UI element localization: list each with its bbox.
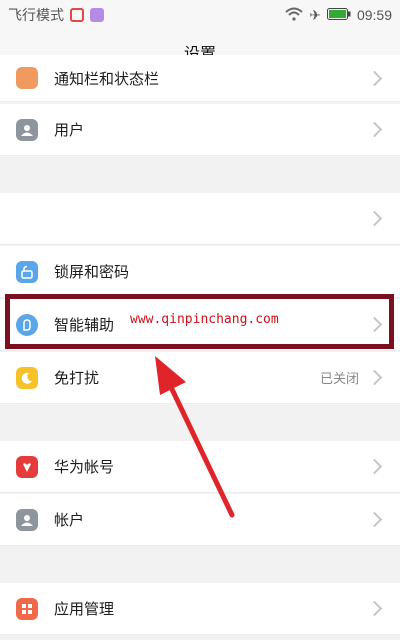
section-gap — [0, 405, 400, 441]
chevron-right-icon — [366, 600, 383, 617]
settings-row-notifications[interactable]: 通知栏和状态栏 — [0, 55, 400, 102]
chevron-right-icon — [366, 70, 383, 86]
settings-row-label: 华为帐号 — [54, 459, 115, 476]
airplane-icon: ✈ — [309, 6, 321, 23]
moon-icon — [16, 366, 38, 389]
status-bar-right: ✈ 09:59 — [285, 7, 392, 24]
settings-row-label: 用户 — [54, 122, 85, 139]
chevron-right-icon — [366, 511, 383, 528]
chevron-right-icon — [366, 121, 383, 138]
chevron-right-icon — [366, 458, 383, 475]
settings-row-unlabeled[interactable] — [0, 193, 400, 245]
chevron-right-icon — [366, 369, 383, 386]
settings-row-label: 免打扰 — [54, 370, 100, 387]
watermark: www.qinpinchang.com — [130, 312, 279, 327]
status-bar: 飞行模式 ✈ 09:59 — [0, 0, 400, 30]
notification-icon — [16, 67, 38, 89]
dnd-status: 已关闭 — [319, 371, 359, 386]
huawei-icon — [16, 455, 38, 478]
settings-row-label: 通知栏和状态栏 — [54, 70, 160, 88]
user-icon — [16, 118, 38, 141]
settings-row-label: 锁屏和密码 — [54, 264, 130, 281]
settings-row-huawei-account[interactable]: 华为帐号 — [0, 441, 400, 493]
red-app-icon — [70, 8, 84, 22]
settings-row-accounts[interactable]: 帐户 — [0, 494, 400, 546]
wifi-icon — [285, 7, 303, 24]
settings-row-lock-screen[interactable]: 锁屏和密码 — [0, 246, 400, 298]
purple-app-icon — [90, 8, 104, 22]
settings-row-do-not-disturb[interactable]: 免打扰 已关闭 — [0, 352, 400, 404]
settings-row-users[interactable]: 用户 — [0, 104, 400, 156]
clock: 09:59 — [356, 7, 392, 23]
lock-icon — [16, 260, 38, 283]
chevron-right-icon — [366, 210, 383, 227]
section-gap — [0, 547, 400, 583]
account-icon — [16, 508, 38, 531]
settings-row-label: 帐户 — [54, 512, 85, 529]
apps-icon — [16, 597, 38, 620]
section-gap — [0, 157, 400, 193]
status-bar-left: 飞行模式 — [8, 5, 104, 25]
battery-icon — [326, 7, 351, 23]
settings-row-label: 应用管理 — [54, 601, 115, 618]
airplane-mode-text: 飞行模式 — [8, 7, 64, 23]
settings-row-app-management[interactable]: 应用管理 — [0, 583, 400, 635]
